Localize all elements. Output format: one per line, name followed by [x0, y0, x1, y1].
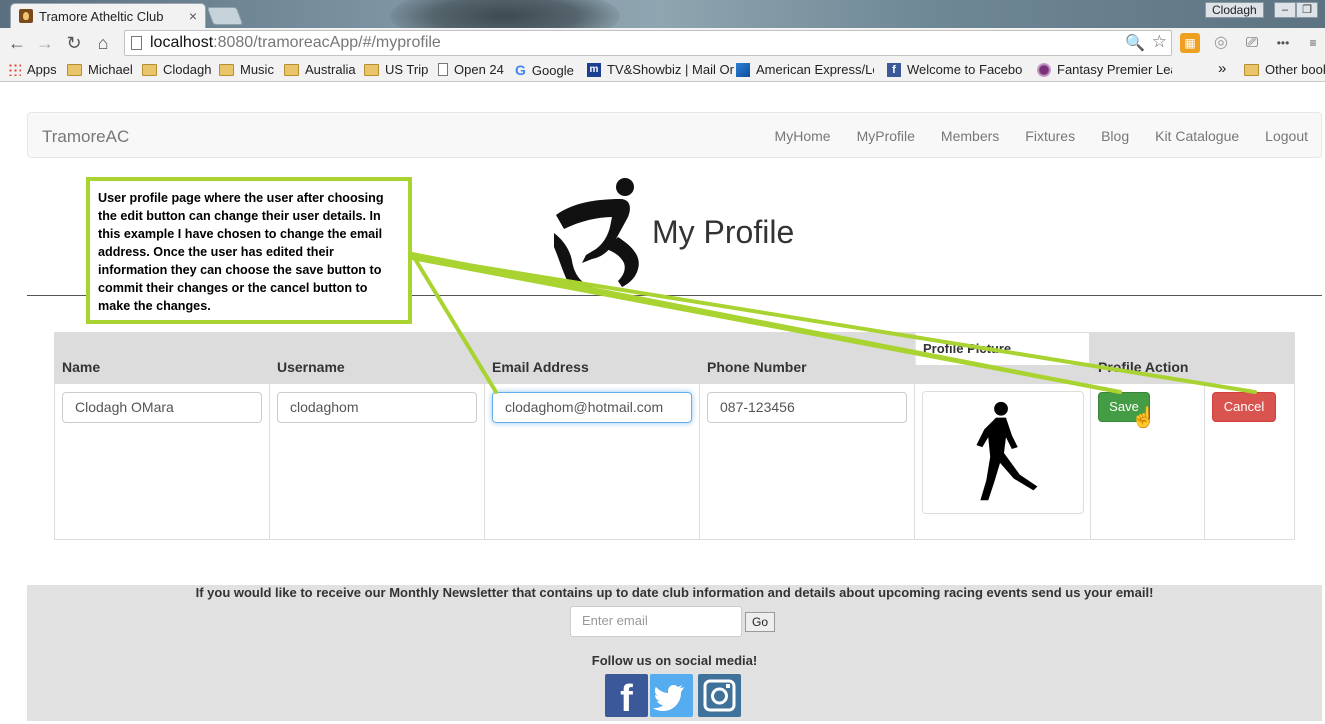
cast-icon[interactable]: ⎚ [1242, 33, 1262, 53]
newsletter-go-button[interactable]: Go [745, 612, 775, 632]
nav-link-blog[interactable]: Blog [1101, 128, 1129, 144]
annotation-callout: User profile page where the user after c… [86, 177, 412, 324]
amex-icon [736, 62, 750, 77]
header-phone: Phone Number [707, 359, 807, 375]
profile-table: Name Username Email Address Phone Number… [54, 332, 1295, 540]
twitter-bird-icon [653, 685, 684, 711]
page-icon [438, 63, 448, 76]
mailonline-icon: m [587, 62, 601, 77]
folder-icon [142, 63, 157, 76]
back-icon[interactable]: ← [6, 32, 28, 54]
site-navbar: TramoreAC MyHome MyProfile Members Fixtu… [27, 112, 1322, 158]
header-action: Profile Action [1098, 359, 1189, 375]
header-name: Name [62, 359, 101, 375]
twitter-icon[interactable] [650, 674, 693, 717]
zoom-icon[interactable]: 🔍 [1125, 33, 1145, 53]
extension-icon[interactable]: ▦ [1180, 33, 1200, 53]
bookmark-mailonline[interactable]: m TV&Showbiz | Mail Or [587, 62, 734, 77]
browser-tab[interactable]: Tramore Atheltic Club × [10, 3, 206, 28]
extension-circle-icon[interactable]: ◎ [1211, 33, 1231, 53]
navbar-brand[interactable]: TramoreAC [42, 127, 129, 147]
bookmarks-bar: Apps Michael Clodagh Music Australia US … [0, 58, 1325, 82]
newsletter-email-input[interactable]: Enter email [570, 606, 742, 637]
username-input[interactable]: clodaghom [277, 392, 477, 423]
nav-link-logout[interactable]: Logout [1265, 128, 1308, 144]
bookmark-open-24[interactable]: Open 24 [438, 62, 504, 77]
browser-toolbar: ← → ↻ ⌂ localhost:8080/tramoreacApp/#/my… [0, 28, 1325, 58]
bookmark-facebook[interactable]: fWelcome to Facebook [887, 62, 1023, 77]
bookmark-google[interactable]: G Google [515, 62, 574, 78]
new-tab-button[interactable] [206, 7, 244, 25]
instagram-camera-icon [703, 679, 736, 712]
bookmark-us-trip[interactable]: US Trip [364, 62, 428, 77]
bookmark-music[interactable]: Music [219, 62, 274, 77]
nav-link-members[interactable]: Members [941, 128, 999, 144]
maximize-icon[interactable]: ❐ [1296, 2, 1318, 18]
tab-close-icon[interactable]: × [189, 8, 197, 24]
page-info-icon[interactable] [131, 36, 142, 50]
header-username: Username [277, 359, 345, 375]
bookmark-fantasy-premier-league[interactable]: Fantasy Premier Leag [1037, 62, 1172, 77]
bookmark-star-icon[interactable]: ☆ [1152, 32, 1167, 52]
bookmark-apps[interactable]: Apps [8, 62, 57, 77]
bookmark-australia[interactable]: Australia [284, 62, 356, 77]
window-titlebar: Tramore Atheltic Club × Clodagh – ❐ [0, 0, 1325, 28]
instagram-icon[interactable] [698, 674, 741, 717]
navbar-links: MyHome MyProfile Members Fixtures Blog K… [749, 128, 1308, 144]
hand-cursor-icon: ☝ [1131, 407, 1156, 429]
profile-picture [922, 391, 1084, 514]
bookmarks-overflow-icon[interactable]: » [1218, 60, 1226, 77]
minimize-icon[interactable]: – [1274, 2, 1296, 18]
facebook-icon[interactable]: f [605, 674, 648, 720]
tab-title: Tramore Atheltic Club [39, 8, 164, 24]
bookmark-michael[interactable]: Michael [67, 62, 133, 77]
google-icon: G [515, 62, 526, 78]
profile-user-button[interactable]: Clodagh [1205, 2, 1264, 18]
folder-icon [67, 63, 82, 76]
menu-icon[interactable]: ≡ [1303, 33, 1323, 53]
url-host: localhost [150, 34, 214, 51]
reload-icon[interactable]: ↻ [63, 32, 85, 54]
bookmark-amex[interactable]: American Express/Log [736, 62, 874, 77]
nav-link-kit-catalogue[interactable]: Kit Catalogue [1155, 128, 1239, 144]
home-icon[interactable]: ⌂ [92, 32, 114, 54]
url-path: :8080/tramoreacApp/#/myprofile [213, 34, 441, 51]
cancel-button[interactable]: Cancel [1212, 392, 1276, 422]
bookmark-other[interactable]: Other book [1244, 62, 1325, 77]
tab-favicon-icon [19, 9, 33, 23]
nav-link-myhome[interactable]: MyHome [775, 128, 831, 144]
follow-text: Follow us on social media! [591, 653, 758, 668]
nav-link-fixtures[interactable]: Fixtures [1025, 128, 1075, 144]
bookmark-clodagh[interactable]: Clodagh [142, 62, 211, 77]
theme-eagle-image [390, 0, 620, 28]
email-input[interactable]: clodaghom@hotmail.com [492, 392, 692, 423]
header-email: Email Address [492, 359, 589, 375]
footer: If you would like to receive our Monthly… [27, 585, 1322, 721]
nav-link-myprofile[interactable]: MyProfile [857, 128, 915, 144]
fpl-icon [1037, 62, 1051, 77]
apps-icon [8, 63, 21, 76]
more-extensions-icon[interactable]: ••• [1273, 33, 1293, 53]
forward-icon[interactable]: → [34, 32, 56, 54]
header-picture: Profile Picture [923, 341, 1012, 356]
folder-icon [364, 63, 379, 76]
address-bar[interactable]: localhost:8080/tramoreacApp/#/myprofile … [124, 30, 1172, 56]
folder-icon [219, 63, 234, 76]
name-input[interactable]: Clodagh OMara [62, 392, 262, 423]
runner-silhouette-icon [976, 401, 1038, 501]
newsletter-text: If you would like to receive our Monthly… [195, 585, 1154, 600]
facebook-icon: f [887, 62, 901, 77]
runner-logo-icon [554, 178, 639, 289]
page-title: My Profile [652, 214, 795, 250]
folder-icon [284, 63, 299, 76]
phone-input[interactable]: 087-123456 [707, 392, 907, 423]
folder-icon [1244, 63, 1259, 76]
